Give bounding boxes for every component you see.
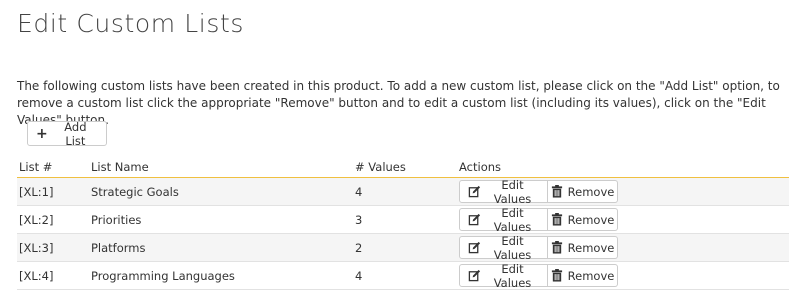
list-id: [XL:1] (17, 177, 89, 206)
row-actions: Edit Values Remove (457, 261, 789, 290)
trash-icon (551, 241, 563, 254)
remove-label: Remove (567, 268, 615, 283)
column-header-actions: Actions (457, 157, 789, 178)
list-name: Platforms (89, 233, 353, 262)
list-value-count: 4 (353, 177, 457, 206)
table-row: [XL:1] Strategic Goals 4 Edit Values Rem… (17, 177, 789, 206)
list-name: Priorities (89, 205, 353, 234)
remove-button[interactable]: Remove (548, 180, 618, 203)
edit-values-button[interactable]: Edit Values (459, 233, 548, 262)
remove-label: Remove (567, 240, 615, 255)
column-header-list-name: List Name (89, 157, 353, 178)
edit-values-label: Edit Values (493, 261, 532, 290)
edit-icon (468, 185, 481, 198)
table-row: [XL:2] Priorities 3 Edit Values Remove (17, 205, 789, 234)
list-name: Strategic Goals (89, 177, 353, 206)
remove-button[interactable]: Remove (548, 236, 618, 259)
table-header-row: List # List Name # Values Actions (17, 157, 789, 178)
list-value-count: 3 (353, 205, 457, 234)
list-id: [XL:4] (17, 261, 89, 290)
edit-values-label: Edit Values (493, 177, 532, 206)
add-list-label: Add List (64, 119, 87, 148)
add-list-button[interactable]: + Add List (27, 119, 107, 148)
edit-values-label: Edit Values (493, 205, 532, 234)
page-title: Edit Custom Lists (17, 9, 245, 38)
edit-values-button[interactable]: Edit Values (459, 261, 548, 290)
column-header-list-number: List # (17, 157, 89, 178)
remove-label: Remove (567, 212, 615, 227)
trash-icon (551, 185, 563, 198)
list-value-count: 4 (353, 261, 457, 290)
edit-icon (468, 213, 481, 226)
remove-button[interactable]: Remove (548, 208, 618, 231)
row-actions: Edit Values Remove (457, 233, 789, 262)
remove-button[interactable]: Remove (548, 264, 618, 287)
table-row: [XL:3] Platforms 2 Edit Values Remove (17, 233, 789, 262)
column-header-values: # Values (353, 157, 457, 178)
trash-icon (551, 213, 563, 226)
edit-values-label: Edit Values (493, 233, 532, 262)
edit-values-button[interactable]: Edit Values (459, 177, 548, 206)
plus-icon: + (36, 125, 48, 142)
list-name: Programming Languages (89, 261, 353, 290)
custom-lists-table: List # List Name # Values Actions [XL:1]… (17, 157, 789, 290)
list-value-count: 2 (353, 233, 457, 262)
remove-label: Remove (567, 184, 615, 199)
list-id: [XL:3] (17, 233, 89, 262)
edit-icon (468, 241, 481, 254)
table-row: [XL:4] Programming Languages 4 Edit Valu… (17, 261, 789, 290)
list-id: [XL:2] (17, 205, 89, 234)
row-actions: Edit Values Remove (457, 205, 789, 234)
page-description: The following custom lists have been cre… (17, 79, 780, 127)
edit-values-button[interactable]: Edit Values (459, 205, 548, 234)
trash-icon (551, 269, 563, 282)
row-actions: Edit Values Remove (457, 177, 789, 206)
edit-icon (468, 269, 481, 282)
